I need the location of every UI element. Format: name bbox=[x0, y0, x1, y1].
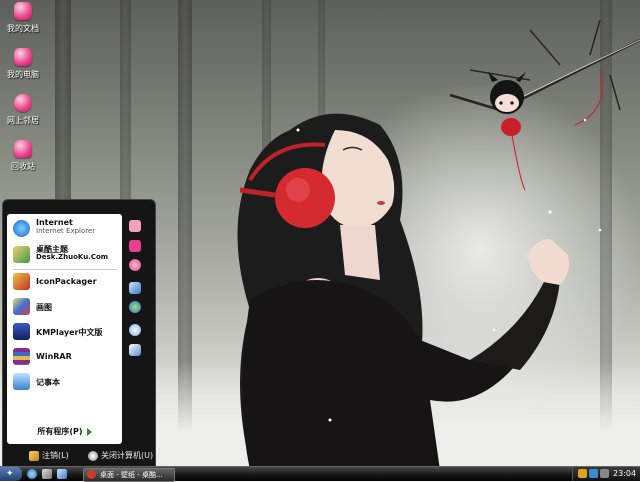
program-name: 记事本 bbox=[36, 378, 60, 387]
menu-separator bbox=[13, 269, 117, 270]
start-menu: Internet Internet Explorer 桌酷主题 Desk.Zhu… bbox=[2, 199, 156, 467]
start-menu-item-notepad[interactable]: 记事本 bbox=[11, 371, 121, 393]
search-icon[interactable] bbox=[129, 324, 141, 336]
kmplayer-icon bbox=[13, 323, 30, 340]
shutdown-button[interactable]: 关闭计算机(U) bbox=[88, 450, 153, 461]
control-panel-icon[interactable] bbox=[129, 282, 141, 294]
program-name: WinRAR bbox=[36, 352, 72, 361]
quicklaunch-ie-icon[interactable] bbox=[27, 469, 37, 479]
run-icon[interactable] bbox=[129, 344, 141, 356]
clock[interactable]: 23:04 bbox=[613, 469, 636, 478]
program-name: 画图 bbox=[36, 303, 52, 312]
winrar-icon bbox=[13, 348, 30, 365]
desktop-icon-my-computer[interactable]: 我的电脑 bbox=[4, 48, 42, 80]
taskbar-item-label: 桌面 - 壁纸 - 桌酷... bbox=[100, 471, 163, 479]
tray-user-icon[interactable] bbox=[578, 469, 587, 478]
desktop-icon-recycle-bin[interactable]: 回收站 bbox=[4, 140, 42, 172]
paint-icon bbox=[13, 298, 30, 315]
start-menu-item-paint[interactable]: 画图 bbox=[11, 296, 121, 318]
tray-network-icon[interactable] bbox=[589, 469, 598, 478]
my-documents-icon[interactable] bbox=[129, 220, 141, 232]
windows-logo-icon: ✦ bbox=[6, 469, 14, 479]
quicklaunch-show-desktop-icon[interactable] bbox=[42, 469, 52, 479]
program-name: IconPackager bbox=[36, 277, 97, 286]
connect-to-icon[interactable] bbox=[129, 301, 141, 313]
start-menu-item-internet[interactable]: Internet Internet Explorer bbox=[11, 218, 121, 240]
network-places-icon[interactable] bbox=[129, 259, 141, 271]
program-name: KMPlayer中文版 bbox=[36, 328, 103, 337]
shutdown-label: 关闭计算机(U) bbox=[101, 451, 154, 460]
start-menu-programs-pane: Internet Internet Explorer 桌酷主题 Desk.Zhu… bbox=[7, 214, 122, 444]
power-icon bbox=[88, 450, 98, 461]
zhuoku-theme-icon bbox=[13, 246, 30, 263]
desktop-icon-label: 我的文档 bbox=[7, 24, 39, 33]
start-menu-item-kmplayer[interactable]: KMPlayer中文版 bbox=[11, 321, 121, 343]
program-subtitle: Internet Explorer bbox=[36, 227, 96, 235]
arrow-right-icon bbox=[86, 427, 92, 436]
desktop-icon-label: 回收站 bbox=[11, 162, 35, 171]
my-computer-icon bbox=[14, 48, 32, 66]
logoff-button[interactable]: 注销(L) bbox=[29, 450, 69, 461]
recycle-bin-icon bbox=[14, 140, 32, 158]
all-programs-label: 所有程序(P) bbox=[37, 427, 83, 436]
desktop-icon-label: 我的电脑 bbox=[7, 70, 39, 79]
my-computer-icon[interactable] bbox=[129, 240, 141, 252]
system-tray: 23:04 bbox=[572, 467, 640, 481]
iconpackager-icon bbox=[13, 273, 30, 290]
notepad-icon bbox=[13, 373, 30, 390]
start-menu-item-winrar[interactable]: WinRAR bbox=[11, 346, 121, 368]
taskbar: ✦ 桌面 - 壁纸 - 桌酷... 23:04 bbox=[0, 466, 640, 482]
my-documents-icon bbox=[14, 2, 32, 20]
browser-icon bbox=[87, 470, 96, 479]
internet-explorer-icon bbox=[13, 220, 30, 237]
desktop-icon-network-places[interactable]: 网上邻居 bbox=[4, 94, 42, 126]
all-programs-button[interactable]: 所有程序(P) bbox=[7, 426, 122, 437]
program-subtitle: Desk.ZhuoKu.Com bbox=[36, 253, 109, 261]
start-menu-item-iconpackager[interactable]: IconPackager bbox=[11, 271, 121, 293]
network-places-icon bbox=[14, 94, 32, 112]
quicklaunch-media-icon[interactable] bbox=[57, 469, 67, 479]
start-menu-item-zhuoku[interactable]: 桌酷主题 Desk.ZhuoKu.Com bbox=[11, 244, 121, 266]
logoff-label: 注销(L) bbox=[42, 451, 69, 460]
start-menu-bottom-bar: 注销(L) 关闭计算机(U) bbox=[3, 445, 155, 467]
tray-volume-icon[interactable] bbox=[600, 469, 609, 478]
desktop-icon-my-documents[interactable]: 我的文档 bbox=[4, 2, 42, 34]
logoff-icon bbox=[29, 450, 39, 461]
desktop-icon-label: 网上邻居 bbox=[7, 116, 39, 125]
start-button[interactable]: ✦ bbox=[0, 467, 22, 481]
program-name: Internet bbox=[36, 218, 73, 227]
